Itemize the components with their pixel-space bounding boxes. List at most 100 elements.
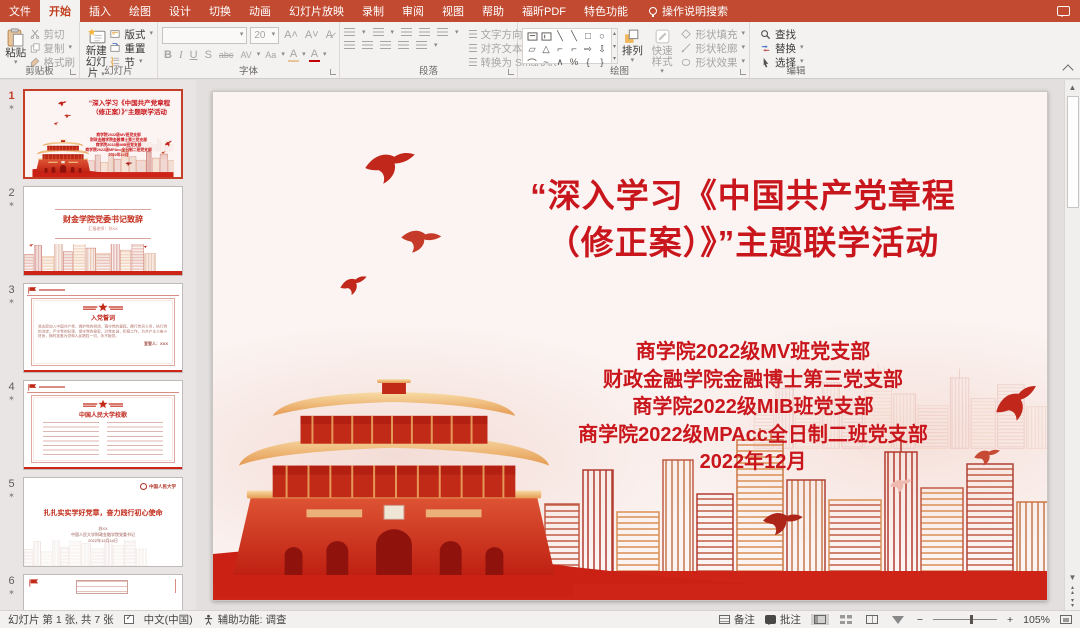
notes-button[interactable]: 备注	[719, 612, 755, 627]
shape-outline-button[interactable]: 形状轮廓▾	[681, 42, 745, 54]
shapes-gallery[interactable]: ╲ ╲ □ ○ ▱ △ ⌐ ⌐ ⇨ ⇩ ⌒ ~ ∧ % { }	[522, 28, 612, 64]
accessibility-button[interactable]: 辅助功能: 调查	[203, 612, 287, 627]
drawing-dialog-launcher-icon[interactable]	[740, 69, 746, 75]
align-center-icon[interactable]	[362, 41, 373, 50]
comments-button[interactable]: 批注	[765, 612, 801, 627]
slide-thumbnail-4[interactable]: 中国人民大学校歌	[23, 380, 183, 470]
zoom-level[interactable]: 105%	[1023, 614, 1050, 626]
paragraph-dialog-launcher-icon[interactable]	[508, 69, 514, 75]
language-button[interactable]: 中文(中国)	[144, 612, 193, 627]
decrease-font-icon[interactable]: A˅	[303, 29, 321, 41]
shape-line2-icon[interactable]: ╲	[571, 31, 577, 42]
tell-me-search[interactable]: 操作说明搜索	[649, 0, 728, 22]
tab-slideshow[interactable]: 幻灯片放映	[280, 0, 353, 22]
tab-foxit-pdf[interactable]: 福昕PDF	[513, 0, 575, 22]
tab-animations[interactable]: 动画	[240, 0, 280, 22]
shape-oval-icon[interactable]: ○	[599, 31, 605, 42]
fit-slide-to-window-button[interactable]	[1060, 615, 1072, 624]
copy-button[interactable]: 复制▾	[30, 42, 76, 54]
character-spacing-button[interactable]: AV	[238, 50, 253, 60]
reset-button[interactable]: 重置	[110, 42, 153, 54]
tab-record[interactable]: 录制	[353, 0, 393, 22]
layout-button[interactable]: 版式▾	[110, 28, 153, 40]
zoom-in-button[interactable]: +	[1007, 614, 1013, 626]
tab-home[interactable]: 开始	[40, 0, 80, 22]
slide-sorter-view-button[interactable]	[837, 614, 855, 625]
italic-button[interactable]: I	[177, 49, 185, 61]
spellcheck-button[interactable]	[124, 615, 134, 624]
slide-title-textbox[interactable]: “深入学习《中国共产党章程 （修正案）》”主题联学活动	[453, 172, 1033, 266]
decrease-indent-icon[interactable]	[401, 28, 412, 37]
slide-thumbnail-3[interactable]: 入党誓词 我志愿加入中国共产党，拥护党的纲领，遵守党的章程，履行党员义务，执行党…	[23, 283, 183, 373]
justify-icon[interactable]	[398, 41, 409, 50]
bold-button[interactable]: B	[162, 49, 174, 61]
shape-fill-button[interactable]: 形状填充▾	[681, 28, 745, 40]
shape-elbow-arrow-icon[interactable]: ⌐	[571, 44, 577, 55]
increase-indent-icon[interactable]	[419, 28, 430, 37]
clear-formatting-icon[interactable]: A̷	[324, 29, 335, 41]
scroll-down-icon[interactable]: ▼	[1069, 570, 1077, 584]
shapes-scroll-down-icon[interactable]: ▾	[613, 43, 616, 50]
font-name-select[interactable]: ▾	[162, 27, 247, 44]
columns-icon[interactable]	[416, 41, 427, 50]
scroll-up-icon[interactable]: ▲	[1069, 80, 1077, 94]
shape-line-icon[interactable]: ╲	[557, 31, 563, 42]
find-button[interactable]: 查找	[760, 28, 804, 40]
tab-insert[interactable]: 插入	[80, 0, 120, 22]
shape-arrow-down-icon[interactable]: ⇩	[598, 44, 606, 55]
tab-help[interactable]: 帮助	[473, 0, 513, 22]
underline-button[interactable]: U	[188, 49, 200, 61]
shape-elbow-icon[interactable]: ⌐	[557, 44, 563, 55]
quick-styles-button[interactable]: 快速样式▾	[647, 26, 678, 64]
font-dialog-launcher-icon[interactable]	[330, 69, 336, 75]
zoom-slider[interactable]	[933, 619, 997, 620]
tab-draw[interactable]: 绘图	[120, 0, 160, 22]
slide-thumbnail-6[interactable]	[23, 574, 183, 610]
zoom-out-button[interactable]: −	[917, 614, 923, 626]
collapse-ribbon-button[interactable]	[1062, 64, 1073, 75]
shape-triangle-icon[interactable]: △	[542, 44, 549, 55]
new-slide-button[interactable]: 新建幻灯片 ▾	[84, 26, 108, 64]
slide-counter[interactable]: 幻灯片 第 1 张, 共 7 张	[8, 612, 114, 627]
paste-button[interactable]: 粘贴 ▾	[4, 26, 28, 64]
vertical-textbox-icon[interactable]	[541, 32, 552, 41]
align-right-icon[interactable]	[380, 41, 391, 50]
tab-review[interactable]: 审阅	[393, 0, 433, 22]
shapes-more-icon[interactable]: ▾	[613, 55, 616, 62]
shape-arrow-right-icon[interactable]: ⇨	[584, 44, 592, 55]
slide-thumbnail-5[interactable]: 中国人民大学 扎扎实实学好党章，奋力践行初心使命 苏XX 中国人民大学财政金融学…	[23, 477, 183, 567]
numbering-icon[interactable]	[373, 28, 384, 37]
slideshow-view-button[interactable]	[889, 615, 907, 625]
horizontal-textbox-icon[interactable]	[527, 32, 538, 41]
tab-special-features[interactable]: 特色功能	[575, 0, 637, 22]
tab-view[interactable]: 视图	[433, 0, 473, 22]
slide-canvas[interactable]: “深入学习《中国共产党章程 （修正案）》”主题联学活动 商学院2022级MV班党…	[212, 91, 1048, 601]
reading-view-button[interactable]	[863, 614, 881, 625]
align-left-icon[interactable]	[344, 41, 355, 50]
font-size-select[interactable]: 20▾	[250, 27, 279, 44]
strikethrough-button[interactable]: abc	[217, 50, 236, 60]
previous-slide-button[interactable]: ▴▴	[1071, 584, 1074, 597]
normal-view-button[interactable]	[811, 614, 829, 625]
tab-design[interactable]: 设计	[160, 0, 200, 22]
cut-button[interactable]: 剪切	[30, 28, 76, 40]
slide-subtitle-textbox[interactable]: 商学院2022级MV班党支部 财政金融学院金融博士第三党支部 商学院2022级M…	[503, 339, 1003, 477]
clipboard-dialog-launcher-icon[interactable]	[70, 69, 76, 75]
change-case-button[interactable]: Aa	[263, 50, 278, 60]
next-slide-button[interactable]: ▾▾	[1071, 597, 1074, 610]
slide-thumbnail-2[interactable]: 财金学院党委书记致辞 汇报老师：孙XX	[23, 186, 183, 276]
highlight-color-button[interactable]: A	[288, 48, 299, 62]
line-spacing-icon[interactable]	[437, 28, 448, 37]
bullets-icon[interactable]	[344, 28, 355, 37]
replace-button[interactable]: 替换▾	[760, 42, 804, 54]
arrange-button[interactable]: 排列▾	[620, 26, 645, 64]
comments-titlebar-icon[interactable]	[1057, 6, 1070, 16]
scrollbar-thumb[interactable]	[1067, 96, 1079, 208]
zoom-slider-thumb[interactable]	[970, 615, 973, 624]
text-shadow-button[interactable]: S	[203, 49, 214, 61]
tab-transitions[interactable]: 切换	[200, 0, 240, 22]
increase-font-icon[interactable]: A˄	[282, 29, 300, 41]
tab-file[interactable]: 文件	[0, 0, 40, 22]
shapes-scroll-up-icon[interactable]: ▴	[613, 30, 616, 37]
slide-thumbnail-1[interactable]: “深入学习《中国共产党章程（修正案）》”主题联学活动 商学院2022级MV班党支…	[23, 89, 183, 179]
